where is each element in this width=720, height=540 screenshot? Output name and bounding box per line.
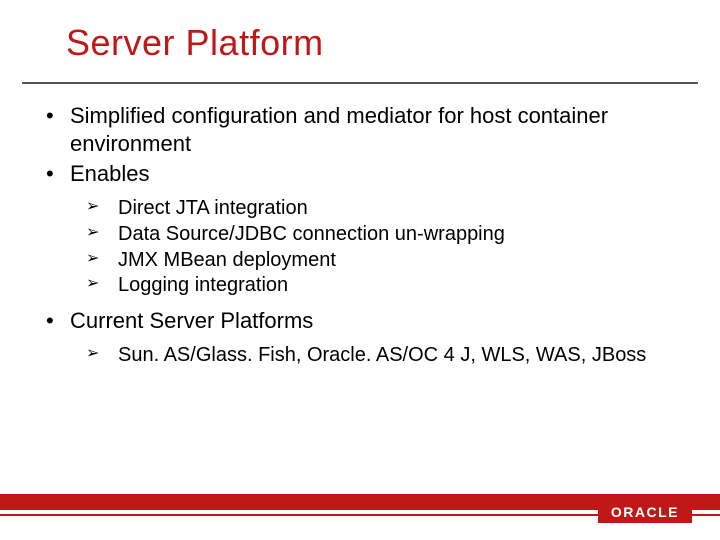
bullet-text: Simplified configuration and mediator fo… (70, 103, 608, 156)
subbullet-item: Sun. AS/Glass. Fish, Oracle. AS/OC 4 J, … (70, 343, 680, 369)
subbullet-text: Sun. AS/Glass. Fish, Oracle. AS/OC 4 J, … (118, 344, 646, 366)
subbullet-text: Direct JTA integration (118, 197, 308, 219)
subbullet-text: Logging integration (118, 274, 288, 296)
bullet-item: Enables Direct JTA integration Data Sour… (40, 160, 680, 299)
bullet-list-level2: Sun. AS/Glass. Fish, Oracle. AS/OC 4 J, … (70, 343, 680, 369)
bullet-item: Current Server Platforms Sun. AS/Glass. … (40, 307, 680, 369)
subbullet-item: Logging integration (70, 273, 680, 299)
bullet-list-level1: Simplified configuration and mediator fo… (40, 102, 680, 369)
subbullet-item: Direct JTA integration (70, 196, 680, 222)
footer: ORACLE (0, 494, 720, 540)
bullet-text: Enables (70, 161, 150, 186)
subbullet-item: Data Source/JDBC connection un-wrapping (70, 222, 680, 248)
bullet-text: Current Server Platforms (70, 308, 313, 333)
bullet-item: Simplified configuration and mediator fo… (40, 102, 680, 158)
oracle-logo: ORACLE (598, 501, 692, 523)
slide-title: Server Platform (0, 0, 720, 64)
slide-body: Simplified configuration and mediator fo… (0, 84, 720, 369)
subbullet-text: JMX MBean deployment (118, 249, 336, 271)
bullet-list-level2: Direct JTA integration Data Source/JDBC … (70, 196, 680, 298)
subbullet-text: Data Source/JDBC connection un-wrapping (118, 223, 505, 245)
subbullet-item: JMX MBean deployment (70, 248, 680, 274)
